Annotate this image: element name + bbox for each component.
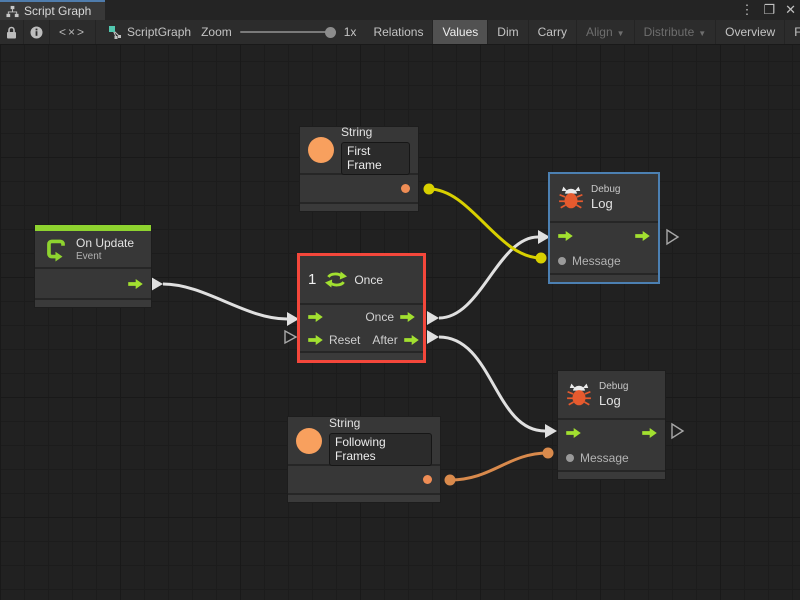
node-footer: [300, 351, 423, 360]
carry-button[interactable]: Carry: [529, 20, 577, 44]
connection-once-to-debug-bottom[interactable]: [439, 337, 545, 431]
exec-output-port[interactable]: [642, 428, 657, 438]
data-endpoint-dot: [536, 253, 547, 264]
tab-title: Script Graph: [24, 4, 91, 18]
lock-icon: [6, 26, 17, 39]
window-menu-icon[interactable]: ⋮: [740, 0, 753, 20]
bug-icon: [558, 185, 584, 211]
overview-button[interactable]: Overview: [716, 20, 785, 44]
string-output-port[interactable]: [401, 184, 410, 193]
code-icon: <×>: [59, 25, 86, 39]
once-badge: 1: [308, 271, 316, 288]
exec-arrowhead: [545, 424, 557, 438]
node-subtitle: Debug: [591, 184, 620, 195]
exec-output-port[interactable]: [128, 279, 143, 289]
exec-arrowhead: [287, 312, 299, 326]
align-label: Align: [586, 25, 613, 39]
fullscreen-button[interactable]: Full Screen: [785, 20, 800, 44]
node-title: On Update: [76, 236, 134, 250]
exec-source-triangle: [151, 277, 163, 291]
node-subtitle: Event: [76, 251, 134, 262]
tab-script-graph[interactable]: Script Graph: [0, 0, 105, 20]
message-input-port[interactable]: [566, 454, 574, 462]
port-label-message: Message: [580, 451, 629, 465]
connection-once-to-debug-top[interactable]: [439, 237, 538, 318]
exec-arrowhead: [538, 230, 550, 244]
unconnected-port-triangle-debugtop-out[interactable]: [667, 230, 678, 244]
node-string-following-frames[interactable]: String Following Frames: [288, 417, 440, 502]
node-footer: [550, 273, 658, 282]
string-value-input[interactable]: Following Frames: [329, 433, 432, 466]
exec-source-triangle: [427, 330, 439, 344]
unconnected-port-triangle-reset[interactable]: [285, 331, 296, 343]
window-close-icon[interactable]: ✕: [785, 0, 796, 20]
once-cycle-icon: [325, 270, 347, 289]
chevron-down-icon: ▼: [617, 29, 625, 38]
zoom-slider[interactable]: [240, 31, 336, 33]
node-subtitle: Debug: [599, 381, 628, 392]
string-output-port[interactable]: [423, 475, 432, 484]
exec-output-port-once[interactable]: [400, 312, 415, 322]
zoom-value: 1x: [344, 25, 357, 39]
edit-code-button[interactable]: <×>: [50, 20, 96, 44]
window-tab-bar: Script Graph ⋮ ❐ ✕: [0, 0, 800, 20]
exec-input-port-reset[interactable]: [308, 335, 323, 345]
string-value-input[interactable]: First Frame: [341, 142, 410, 175]
node-on-update[interactable]: On Update Event: [35, 225, 151, 307]
graph-toolbar: <×> ScriptGraph Zoom 1x Relations Values…: [0, 20, 800, 45]
zoom-control: Zoom 1x: [201, 20, 364, 44]
node-footer: [35, 298, 151, 307]
exec-input-port[interactable]: [558, 231, 573, 241]
node-string-first-frame[interactable]: String First Frame: [300, 127, 418, 211]
node-title: String: [341, 125, 410, 139]
info-icon: [30, 26, 43, 39]
node-debug-log-top[interactable]: Debug Log Message: [550, 174, 658, 282]
string-type-icon: [296, 428, 322, 454]
window-maximize-icon[interactable]: ❐: [763, 0, 775, 20]
relations-button[interactable]: Relations: [364, 20, 433, 44]
port-label-once: Once: [365, 310, 394, 324]
connection-onupdate-to-once[interactable]: [163, 284, 287, 319]
node-title: Once: [354, 273, 383, 287]
bug-icon: [566, 382, 592, 408]
port-label-reset: Reset: [329, 333, 360, 347]
node-footer: [300, 202, 418, 211]
exec-input-port[interactable]: [566, 428, 581, 438]
node-debug-log-bottom[interactable]: Debug Log Message: [558, 371, 665, 479]
unconnected-port-triangle-debugbottom-out[interactable]: [672, 424, 683, 438]
string-type-icon: [308, 137, 334, 163]
on-update-loop-icon: [43, 236, 69, 262]
info-button[interactable]: [24, 20, 50, 44]
connection-stringfollowing-to-debugbottom[interactable]: [450, 453, 548, 480]
graph-reference[interactable]: ScriptGraph: [96, 20, 201, 44]
chevron-down-icon: ▼: [698, 29, 706, 38]
zoom-slider-handle[interactable]: [325, 27, 336, 38]
exec-output-port[interactable]: [635, 231, 650, 241]
distribute-button[interactable]: Distribute ▼: [635, 20, 717, 44]
dim-button[interactable]: Dim: [488, 20, 528, 44]
exec-source-triangle: [427, 311, 439, 325]
node-title: Log: [599, 393, 628, 408]
values-button[interactable]: Values: [433, 20, 488, 44]
node-title: String: [329, 416, 432, 430]
graph-canvas[interactable]: String First Frame On Update Event: [0, 45, 800, 600]
lock-button[interactable]: [0, 20, 24, 44]
port-label-after: After: [372, 333, 397, 347]
exec-output-port-after[interactable]: [404, 335, 419, 345]
node-footer: [558, 470, 665, 479]
data-endpoint-dot: [543, 448, 554, 459]
message-input-port[interactable]: [558, 257, 566, 265]
node-title: Log: [591, 196, 620, 211]
exec-input-port[interactable]: [308, 312, 323, 322]
align-button[interactable]: Align ▼: [577, 20, 635, 44]
distribute-label: Distribute: [644, 25, 695, 39]
port-label-message: Message: [572, 254, 621, 268]
node-footer: [288, 493, 440, 502]
script-graph-icon: [108, 25, 122, 39]
graph-reference-label: ScriptGraph: [127, 25, 191, 39]
zoom-label: Zoom: [201, 25, 232, 39]
connection-stringfirst-to-debugtop[interactable]: [429, 189, 541, 258]
graph-hierarchy-icon: [6, 5, 19, 18]
node-once[interactable]: 1 Once Once Reset After: [300, 256, 423, 360]
